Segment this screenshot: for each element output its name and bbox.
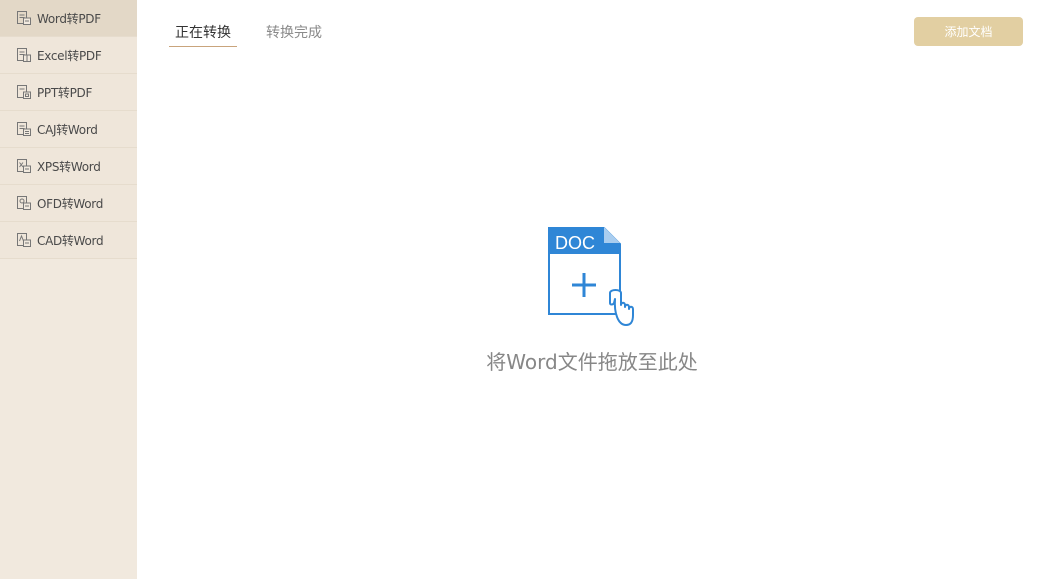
sidebar-item-caj-to-word[interactable]: CAJ转Word — [0, 111, 137, 148]
sidebar-item-label: Word转PDF — [37, 11, 101, 26]
sidebar-item-label: PPT转PDF — [37, 85, 93, 100]
doc-add-icon: DOC — [548, 227, 634, 326]
ofd-file-icon — [15, 195, 32, 212]
file-drop-zone[interactable]: DOC 将Word文件拖放至此处 — [437, 218, 747, 388]
caj-file-icon — [15, 121, 32, 138]
cad-file-icon — [15, 232, 32, 249]
sidebar-item-cad-to-word[interactable]: CAD转Word — [0, 222, 137, 259]
sidebar-item-label: Excel转PDF — [37, 48, 102, 63]
tab-completed[interactable]: 转换完成 — [260, 14, 328, 46]
sidebar-item-label: XPS转Word — [37, 159, 101, 174]
excel-file-icon — [15, 47, 32, 64]
sidebar: Word转PDF Excel转PDF PPT转PDF CAJ转Word XPS转… — [0, 0, 137, 579]
sidebar-item-excel-to-pdf[interactable]: Excel转PDF — [0, 37, 137, 74]
xps-file-icon — [15, 158, 32, 175]
word-file-icon — [15, 10, 32, 27]
main-panel: 正在转换 转换完成 添加文档 DOC 将Word文件拖放至此处 — [137, 0, 1044, 579]
sidebar-item-label: OFD转Word — [37, 196, 104, 211]
sidebar-item-label: CAD转Word — [37, 233, 104, 248]
tab-converting[interactable]: 正在转换 — [169, 14, 237, 47]
drop-hint-text: 将Word文件拖放至此处 — [486, 350, 698, 374]
sidebar-item-label: CAJ转Word — [37, 122, 98, 137]
sidebar-item-xps-to-word[interactable]: XPS转Word — [0, 148, 137, 185]
add-document-button[interactable]: 添加文档 — [914, 17, 1023, 46]
doc-badge-text: DOC — [555, 233, 595, 253]
tab-bar: 正在转换 转换完成 — [169, 14, 351, 48]
sidebar-item-word-to-pdf[interactable]: Word转PDF — [0, 0, 137, 37]
ppt-file-icon — [15, 84, 32, 101]
sidebar-item-ppt-to-pdf[interactable]: PPT转PDF — [0, 74, 137, 111]
sidebar-item-ofd-to-word[interactable]: OFD转Word — [0, 185, 137, 222]
